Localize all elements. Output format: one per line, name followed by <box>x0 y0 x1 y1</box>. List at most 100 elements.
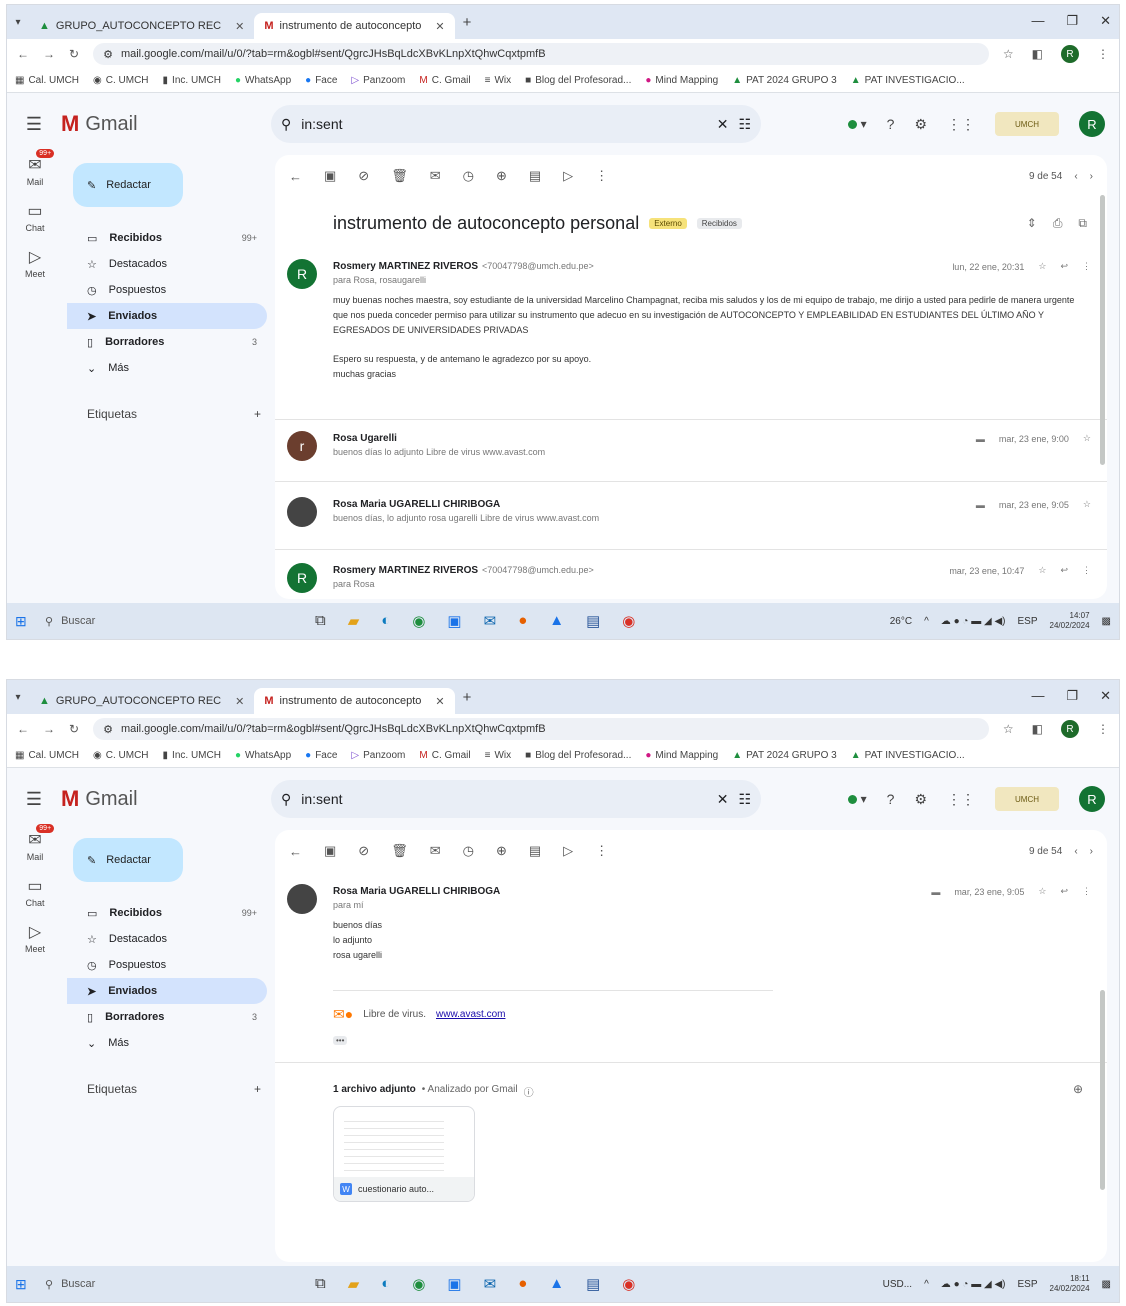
apps-grid-icon[interactable]: ⋮⋮ <box>947 116 975 133</box>
nav-sent[interactable]: ➤ Enviados <box>67 303 267 329</box>
bookmark-item[interactable]: ≡ Wix <box>485 750 512 761</box>
message-item[interactable]: r Rosa Ugarelli buenos días lo adjunto L… <box>287 431 1091 471</box>
restore-icon[interactable]: ❐ <box>1066 688 1078 704</box>
file-explorer-icon[interactable]: ▰ <box>348 612 360 630</box>
more-options-icon[interactable]: ⋮ <box>1082 886 1091 897</box>
show-trimmed-button[interactable]: ••• <box>333 1036 348 1045</box>
main-menu-icon[interactable]: ☰ <box>7 114 61 135</box>
mail-app-icon[interactable]: ✉ <box>484 612 497 630</box>
delete-icon[interactable]: 🗑 <box>391 843 408 859</box>
bookmark-item[interactable]: ■ Blog del Profesorad... <box>525 75 631 86</box>
task-view-icon[interactable]: ⧉ <box>315 612 326 630</box>
site-info-icon[interactable]: ⚙ <box>103 48 113 61</box>
chrome-alt-icon[interactable]: ◉ <box>622 1275 635 1293</box>
bookmark-item[interactable]: ▷ Panzoom <box>351 750 405 761</box>
nav-drafts[interactable]: ▯ Borradores 3 <box>67 329 267 355</box>
clock[interactable]: 18:11 24/02/2024 <box>1050 1274 1090 1294</box>
nav-inbox[interactable]: ▭ Recibidos 99+ <box>67 225 267 251</box>
new-tab-icon[interactable]: + <box>463 689 472 706</box>
bookmark-item[interactable]: ▲ PAT 2024 GRUPO 3 <box>732 75 837 86</box>
menu-dots-icon[interactable]: ⋮ <box>1097 722 1109 736</box>
archive-icon[interactable]: ▣ <box>324 168 336 184</box>
minimize-icon[interactable]: — <box>1031 13 1044 29</box>
star-icon[interactable]: ☆ <box>1038 886 1046 897</box>
close-tab-icon[interactable]: ✕ <box>235 20 244 33</box>
search-input[interactable] <box>301 116 707 132</box>
close-tab-icon[interactable]: ✕ <box>235 695 244 708</box>
account-avatar[interactable]: R <box>1079 786 1105 812</box>
nav-drafts[interactable]: ▯ Borradores 3 <box>67 1004 267 1030</box>
file-explorer-icon[interactable]: ▰ <box>348 1275 360 1293</box>
minimize-icon[interactable]: — <box>1031 688 1044 704</box>
nav-sent[interactable]: ➤ Enviados <box>67 978 267 1004</box>
message-item[interactable]: Rosa Maria UGARELLI CHIRIBOGA buenos día… <box>287 497 1091 537</box>
currency-widget[interactable]: USD... <box>883 1279 912 1290</box>
bookmark-star-icon[interactable]: ☆ <box>1003 722 1014 736</box>
reload-icon[interactable]: ↻ <box>69 722 79 736</box>
search-icon[interactable]: ⚲ <box>281 791 291 808</box>
gmail-logo[interactable]: M Gmail <box>61 786 271 812</box>
word-icon[interactable]: ▤ <box>586 612 600 630</box>
main-menu-icon[interactable]: ☰ <box>7 789 61 810</box>
reply-icon[interactable]: ↩ <box>1060 886 1068 897</box>
open-new-window-icon[interactable]: ⧉ <box>1078 216 1087 231</box>
snooze-icon[interactable]: ◷ <box>463 168 474 184</box>
scrollbar[interactable] <box>1100 195 1105 465</box>
compose-button[interactable]: ✎ Redactar <box>73 838 183 882</box>
bookmark-item[interactable]: M C. Gmail <box>419 75 470 86</box>
organization-logo[interactable]: UMCH <box>995 787 1059 811</box>
clock[interactable]: 14:07 24/02/2024 <box>1050 611 1090 631</box>
reload-icon[interactable]: ↻ <box>69 47 79 61</box>
search-input[interactable] <box>301 791 707 807</box>
rail-chat[interactable]: ▭ Chat <box>25 876 44 908</box>
next-page-icon[interactable]: › <box>1090 846 1093 857</box>
status-indicator[interactable]: ▾ <box>847 117 867 131</box>
expand-all-icon[interactable]: ⇕ <box>1027 216 1037 231</box>
bookmark-item[interactable]: ▷ Panzoom <box>351 75 405 86</box>
settings-icon[interactable]: ⚙ <box>914 791 927 808</box>
help-icon[interactable]: ? <box>887 116 895 132</box>
gmail-logo[interactable]: M Gmail <box>61 111 271 137</box>
prev-page-icon[interactable]: ‹ <box>1074 171 1077 182</box>
more-options-icon[interactable]: ⋮ <box>595 168 608 184</box>
bookmark-item[interactable]: ▮ Inc. UMCH <box>163 75 221 86</box>
site-info-icon[interactable]: ⚙ <box>103 723 113 736</box>
sidepanel-icon[interactable]: ◧ <box>1032 47 1043 61</box>
new-tab-icon[interactable]: + <box>463 14 472 31</box>
compose-button[interactable]: ✎ Redactar <box>73 163 183 207</box>
bookmark-item[interactable]: ● Face <box>305 750 337 761</box>
chrome-alt-icon[interactable]: ◉ <box>622 612 635 630</box>
recipients[interactable]: para Rosa <box>333 579 375 589</box>
windows-start-icon[interactable]: ⊞ <box>15 1276 35 1293</box>
prev-page-icon[interactable]: ‹ <box>1074 846 1077 857</box>
bookmark-item[interactable]: ▲ PAT 2024 GRUPO 3 <box>732 750 837 761</box>
mark-unread-icon[interactable]: ✉ <box>430 168 441 184</box>
archive-icon[interactable]: ▣ <box>324 843 336 859</box>
snooze-icon[interactable]: ◷ <box>463 843 474 859</box>
close-tab-icon[interactable]: ✕ <box>435 695 444 708</box>
info-icon[interactable]: ⓘ <box>524 1084 534 1099</box>
recipients[interactable]: para mí <box>333 900 364 910</box>
url-field[interactable]: ⚙ mail.google.com/mail/u/0/?tab=rm&ogbl#… <box>93 43 989 65</box>
label-icon[interactable]: ▷ <box>563 843 573 859</box>
rail-chat[interactable]: ▭ Chat <box>25 201 44 233</box>
tab-drive[interactable]: ▲ GRUPO_AUTOCONCEPTO REC ✕ <box>29 13 254 39</box>
star-icon[interactable]: ☆ <box>1083 499 1091 510</box>
label-icon[interactable]: ▷ <box>563 168 573 184</box>
more-options-icon[interactable]: ⋮ <box>1082 565 1091 576</box>
forward-icon[interactable]: → <box>43 47 55 61</box>
nav-snoozed[interactable]: ◷ Pospuestos <box>67 952 267 978</box>
store-icon[interactable]: ▣ <box>447 612 461 630</box>
bookmark-item[interactable]: ● WhatsApp <box>235 750 291 761</box>
tray-icons[interactable]: ☁ ● ◔ ▬ ◢ ◀) <box>941 1279 1006 1290</box>
back-icon[interactable]: ← <box>17 47 29 61</box>
nav-more[interactable]: ⌄ Más <box>67 355 267 381</box>
nav-snoozed[interactable]: ◷ Pospuestos <box>67 277 267 303</box>
clear-search-icon[interactable]: ✕ <box>717 116 729 133</box>
taskbar-search[interactable]: ⚲ Buscar <box>35 1278 255 1291</box>
move-to-icon[interactable]: ▤ <box>529 843 541 859</box>
nav-starred[interactable]: ☆ Destacados <box>67 926 267 952</box>
close-window-icon[interactable]: ✕ <box>1100 688 1111 704</box>
bookmark-item[interactable]: ▲ PAT INVESTIGACIO... <box>851 75 965 86</box>
nav-starred[interactable]: ☆ Destacados <box>67 251 267 277</box>
